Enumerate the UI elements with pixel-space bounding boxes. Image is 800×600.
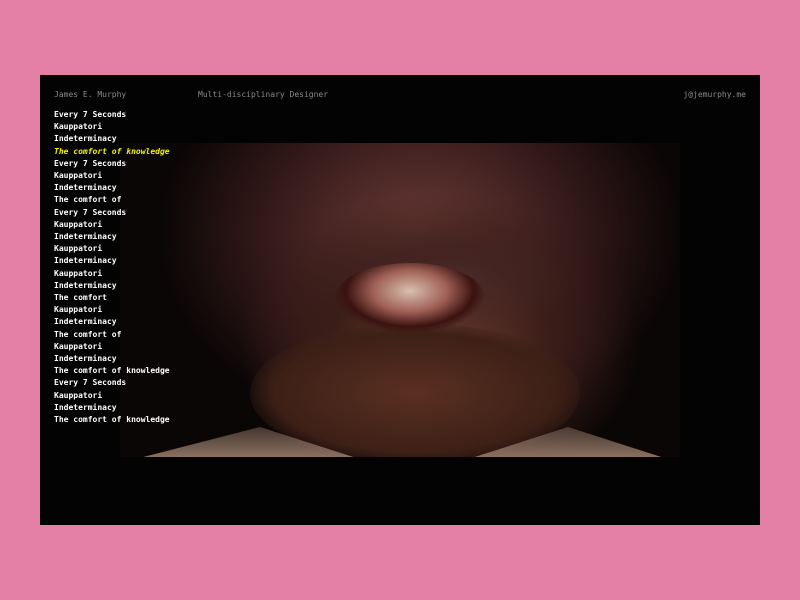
project-link[interactable]: Indeterminacy bbox=[54, 255, 170, 267]
site-name[interactable]: James E. Murphy bbox=[54, 90, 126, 99]
project-link[interactable]: Kauppatori bbox=[54, 341, 170, 353]
project-list: Every 7 Seconds Kauppatori Indeterminacy Th… bbox=[54, 109, 170, 426]
project-link[interactable]: Kauppatori bbox=[54, 268, 170, 280]
project-link[interactable]: Every 7 Seconds bbox=[54, 207, 170, 219]
project-link[interactable]: The comfort of knowledge bbox=[54, 146, 170, 158]
project-link[interactable]: Every 7 Seconds bbox=[54, 109, 170, 121]
site-frame: James E. Murphy Multi-disciplinary Desig… bbox=[40, 75, 760, 525]
project-link[interactable]: Kauppatori bbox=[54, 243, 170, 255]
project-link[interactable]: Indeterminacy bbox=[54, 182, 170, 194]
hero-video-face bbox=[120, 143, 680, 457]
project-link[interactable]: Indeterminacy bbox=[54, 316, 170, 328]
project-link[interactable]: The comfort of knowledge bbox=[54, 414, 170, 426]
mouth-shape bbox=[335, 263, 485, 333]
project-link[interactable]: Every 7 Seconds bbox=[54, 377, 170, 389]
project-link[interactable]: The comfort of bbox=[54, 194, 170, 206]
project-link[interactable]: The comfort of bbox=[54, 329, 170, 341]
email-link[interactable]: j@jemurphy.me bbox=[683, 90, 746, 99]
project-link[interactable]: Kauppatori bbox=[54, 390, 170, 402]
project-link[interactable]: Kauppatori bbox=[54, 121, 170, 133]
project-link[interactable]: Indeterminacy bbox=[54, 280, 170, 292]
project-link[interactable]: Indeterminacy bbox=[54, 231, 170, 243]
site-role: Multi-disciplinary Designer bbox=[198, 90, 329, 99]
project-link[interactable]: Kauppatori bbox=[54, 304, 170, 316]
project-link[interactable]: Every 7 Seconds bbox=[54, 158, 170, 170]
project-link[interactable]: Kauppatori bbox=[54, 170, 170, 182]
beard-shape bbox=[250, 323, 580, 457]
project-link[interactable]: Kauppatori bbox=[54, 219, 170, 231]
project-link[interactable]: Indeterminacy bbox=[54, 353, 170, 365]
project-link[interactable]: Indeterminacy bbox=[54, 402, 170, 414]
project-link[interactable]: The comfort bbox=[54, 292, 170, 304]
project-link[interactable]: The comfort of knowledge bbox=[54, 365, 170, 377]
project-link[interactable]: Indeterminacy bbox=[54, 133, 170, 145]
